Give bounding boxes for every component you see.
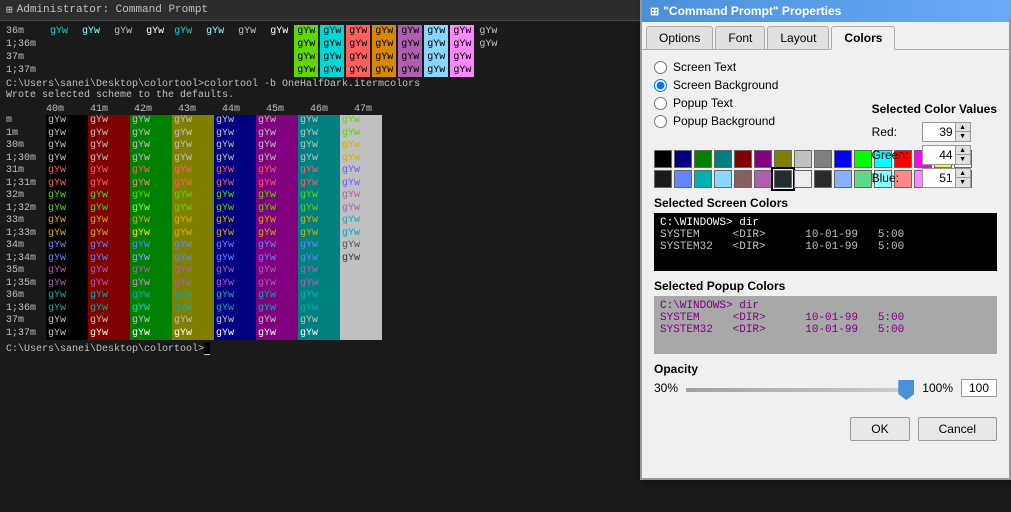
radio-popup-text-label: Popup Text [673,96,733,110]
blue-label: Blue: [872,171,922,185]
radio-popup-text[interactable]: Popup Text [654,96,824,110]
cursor-line: C:\Users\sanei\Desktop\colortool>█ [6,344,634,355]
red-label: Red: [872,125,922,139]
color-values-title: Selected Color Values [872,102,997,116]
cancel-button[interactable]: Cancel [918,417,997,441]
palette-swatch[interactable] [654,170,672,188]
popup-colors-preview: C:\WINDOWS> dir SYSTEM <DIR> 10-01-99 5:… [654,296,997,354]
terminal-content[interactable]: 36m1;36m37m1;37m gYw gYw gYw gYw gYw gYw… [0,21,640,509]
red-spinbox[interactable]: 39 ▲ ▼ [922,122,971,142]
opacity-label: Opacity [654,362,997,376]
color-values-section: Selected Color Values Red: 39 ▲ ▼ Green:… [872,102,997,191]
palette-swatch[interactable] [734,170,752,188]
radio-screen-background-label: Screen Background [673,78,778,92]
cmd-line-1: C:\Users\sanei\Desktop\colortool>colorto… [6,79,634,101]
dialog-icon: ⊞ [650,5,659,18]
palette-swatch[interactable] [794,170,812,188]
green-spin-up[interactable]: ▲ [956,146,970,155]
green-value-row: Green: 44 ▲ ▼ [872,145,997,165]
blue-value-row: Blue: 51 ▲ ▼ [872,168,997,188]
popup-preview-line-2: SYSTEM <DIR> 10-01-99 5:00 [660,312,991,324]
screen-colors-preview: C:\WINDOWS> dir SYSTEM <DIR> 10-01-99 5:… [654,213,997,271]
popup-preview-line-3: SYSTEM32 <DIR> 10-01-99 5:00 [660,324,991,336]
tab-options[interactable]: Options [646,26,713,49]
palette-swatch[interactable] [834,150,852,168]
radio-screen-text[interactable]: Screen Text [654,60,824,74]
popup-colors-label: Selected Popup Colors [654,279,997,293]
ok-button[interactable]: OK [850,417,909,441]
screen-preview-line-1: C:\WINDOWS> dir [660,217,991,229]
palette-swatch[interactable] [714,150,732,168]
popup-colors-section: Selected Popup Colors C:\WINDOWS> dir SY… [654,279,997,354]
popup-preview-line-1: C:\WINDOWS> dir [660,300,991,312]
palette-swatch-selected[interactable] [774,170,792,188]
red-spin-down[interactable]: ▼ [956,132,970,141]
opacity-section: Opacity 30% 100% 100 [654,362,997,397]
green-input[interactable]: 44 [923,147,955,163]
red-spin-up[interactable]: ▲ [956,123,970,132]
opacity-slider[interactable] [686,388,914,392]
palette-swatch[interactable] [814,150,832,168]
dialog-title: "Command Prompt" Properties [663,4,841,18]
radio-screen-text-label: Screen Text [673,60,736,74]
screen-preview-line-2: SYSTEM <DIR> 10-01-99 5:00 [660,229,991,241]
opacity-value: 100 [961,379,997,397]
palette-swatch[interactable] [754,150,772,168]
terminal-title: Administrator: Command Prompt [17,4,208,16]
terminal-window: ⊞ Administrator: Command Prompt 36m1;36m… [0,0,640,512]
screen-colors-label: Selected Screen Colors [654,196,997,210]
opacity-slider-wrap [686,381,914,395]
palette-swatch[interactable] [754,170,772,188]
green-spin-down[interactable]: ▼ [956,155,970,164]
blue-spin-up[interactable]: ▲ [956,169,970,178]
red-value-row: Red: 39 ▲ ▼ [872,122,997,142]
palette-swatch[interactable] [814,170,832,188]
blue-input[interactable]: 51 [923,170,955,186]
screen-preview-line-3: SYSTEM32 <DIR> 10-01-99 5:00 [660,241,991,253]
palette-swatch[interactable] [714,170,732,188]
radio-popup-background-label: Popup Background [673,114,775,128]
opacity-max-label: 100% [922,381,953,395]
tab-font[interactable]: Font [715,26,765,49]
opacity-row: 30% 100% 100 [654,379,997,397]
tab-colors[interactable]: Colors [831,26,895,50]
palette-swatch[interactable] [694,170,712,188]
tab-layout[interactable]: Layout [767,26,829,49]
terminal-titlebar: ⊞ Administrator: Command Prompt [0,0,640,21]
radio-screen-background[interactable]: Screen Background [654,78,824,92]
red-input[interactable]: 39 [923,124,955,140]
palette-swatch[interactable] [774,150,792,168]
palette-swatch[interactable] [794,150,812,168]
palette-swatch[interactable] [654,150,672,168]
palette-swatch[interactable] [854,150,872,168]
dialog-buttons: OK Cancel [642,417,1009,441]
palette-swatch[interactable] [674,170,692,188]
green-label: Green: [872,148,922,162]
opacity-min-label: 30% [654,381,678,395]
dialog-titlebar: ⊞ "Command Prompt" Properties [642,0,1009,22]
terminal-icon: ⊞ [6,3,13,17]
tab-bar: Options Font Layout Colors [642,22,1009,50]
radio-popup-background[interactable]: Popup Background [654,114,824,128]
palette-swatch[interactable] [694,150,712,168]
blue-spin-down[interactable]: ▼ [956,178,970,187]
properties-dialog: ⊞ "Command Prompt" Properties Options Fo… [640,0,1011,480]
palette-swatch[interactable] [854,170,872,188]
green-spinbox[interactable]: 44 ▲ ▼ [922,145,971,165]
blue-spinbox[interactable]: 51 ▲ ▼ [922,168,971,188]
dialog-body: Screen Text Screen Background Popup Text… [642,50,1009,407]
palette-swatch[interactable] [834,170,852,188]
screen-colors-section: Selected Screen Colors C:\WINDOWS> dir S… [654,196,997,271]
palette-swatch[interactable] [674,150,692,168]
color-target-radio-group: Screen Text Screen Background Popup Text… [654,60,824,132]
palette-swatch[interactable] [734,150,752,168]
